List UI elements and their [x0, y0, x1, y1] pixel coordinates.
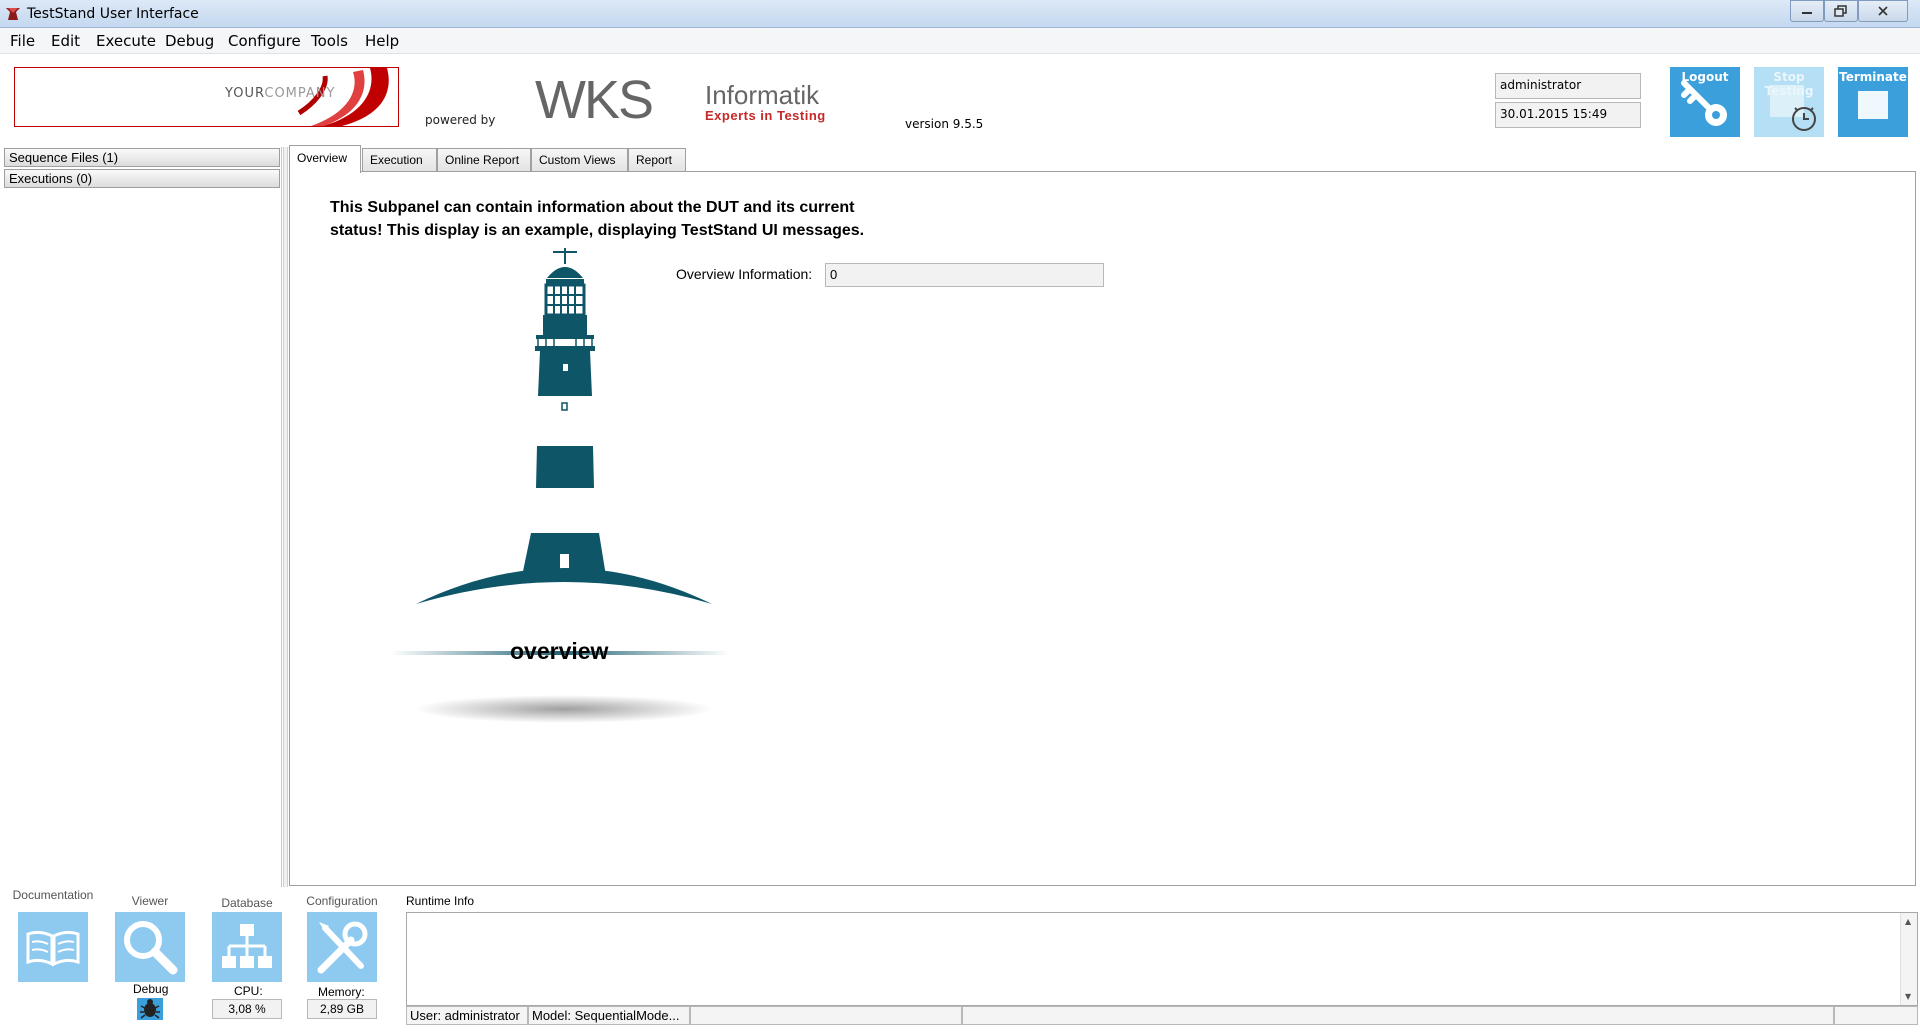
subpanel-message: This Subpanel can contain information ab… [330, 199, 865, 239]
restore-icon [1834, 5, 1847, 17]
menu-file[interactable]: File [10, 32, 35, 50]
tab-online-report[interactable]: Online Report [437, 148, 531, 172]
datetime-field: 30.01.2015 15:49 [1495, 102, 1641, 128]
memory-label: Memory: [318, 985, 365, 999]
wks-logo: WKS [535, 70, 654, 130]
database-label: Database [221, 896, 273, 910]
debug-bug-button[interactable] [137, 998, 163, 1020]
menu-edit[interactable]: Edit [51, 32, 80, 50]
cpu-usage-field: 3,08 % [212, 999, 282, 1019]
bottom-panel: Documentation Viewer Debug Database CPU:… [0, 888, 1920, 1032]
database-tool: Database CPU: 3,08 % [202, 888, 292, 1019]
magnifier-icon [124, 921, 178, 975]
menu-configure[interactable]: Configure [228, 32, 301, 50]
logout-label: Logout [1681, 70, 1729, 84]
lighthouse-illustration [390, 248, 730, 723]
current-user-field: administrator [1495, 73, 1641, 99]
experts-in-testing: Experts in Testing [705, 108, 826, 123]
configuration-label: Configuration [306, 894, 378, 908]
restore-button[interactable] [1824, 0, 1858, 22]
menu-execute[interactable]: Execute [96, 32, 156, 50]
overview-information-label: Overview Information: [676, 266, 813, 282]
debug-label: Debug [133, 982, 169, 996]
tab-report[interactable]: Report [628, 148, 686, 172]
window-title: TestStand User Interface [27, 6, 199, 22]
company-logo-text: YOURCOMPANY [225, 86, 335, 101]
scroll-up-icon[interactable]: ▲ [1905, 917, 1911, 926]
runtime-info-box[interactable]: ▲ ▼ [406, 912, 1918, 1006]
left-panel: Sequence Files (1) Executions (0) [2, 147, 282, 887]
informatik-logo: Informatik [705, 80, 820, 110]
configuration-button[interactable] [307, 912, 377, 982]
company-logo-swoosh [297, 68, 389, 126]
database-button[interactable] [212, 912, 282, 982]
minimize-button[interactable] [1790, 0, 1824, 22]
network-hierarchy-icon [222, 924, 272, 968]
overview-caption: overview [510, 638, 609, 664]
panel-splitter[interactable] [283, 147, 288, 887]
overview-panel: This Subpanel can contain information ab… [289, 171, 1916, 886]
viewer-tool: Viewer Debug [105, 888, 195, 1020]
sequence-files-bar[interactable]: Sequence Files (1) [4, 148, 280, 167]
tools-wrench-icon [317, 921, 368, 974]
title-bar: TestStand User Interface [0, 0, 1920, 28]
scroll-down-icon[interactable]: ▼ [1905, 992, 1911, 1001]
viewer-button[interactable] [115, 912, 185, 982]
close-icon [1878, 6, 1888, 16]
tab-execution[interactable]: Execution [362, 148, 437, 172]
tab-overview[interactable]: Overview [289, 145, 361, 173]
tab-custom-views[interactable]: Custom Views [531, 148, 628, 172]
menu-bar: File Edit Execute Debug Configure Tools … [0, 28, 1920, 54]
menu-help[interactable]: Help [365, 32, 399, 50]
status-cell-empty-2 [962, 1006, 1834, 1025]
powered-by-label: powered by [425, 113, 496, 127]
documentation-tool: Documentation [8, 888, 98, 982]
stop-testing-button[interactable]: Stop Testing [1754, 67, 1824, 137]
status-cell-empty-3 [1834, 1006, 1918, 1025]
cpu-label: CPU: [234, 984, 263, 998]
menu-debug[interactable]: Debug [165, 32, 214, 50]
version-label: version 9.5.5 [905, 117, 984, 131]
logo-your: YOUR [225, 86, 265, 101]
teststand-app-icon [4, 5, 22, 23]
executions-bar[interactable]: Executions (0) [4, 169, 280, 188]
minimize-icon [1802, 12, 1812, 14]
logo-company: COMPANY [264, 86, 336, 101]
book-icon [26, 930, 80, 967]
runtime-scrollbar[interactable]: ▲ ▼ [1900, 913, 1917, 1005]
terminate-label: Terminate [1839, 70, 1907, 84]
bug-icon [140, 999, 160, 1019]
status-user: User: administrator [406, 1006, 528, 1025]
documentation-label: Documentation [12, 888, 94, 902]
memory-usage-field: 2,89 GB [307, 999, 377, 1019]
viewer-label: Viewer [131, 894, 169, 908]
close-button[interactable] [1858, 0, 1908, 22]
overview-information-field: 0 [825, 263, 1104, 287]
runtime-info-label: Runtime Info [406, 894, 475, 908]
status-model: Model: SequentialMode... [528, 1006, 690, 1025]
header-panel: YOURCOMPANY powered by WKS Informatik Ex… [0, 55, 1920, 145]
menu-tools[interactable]: Tools [311, 32, 348, 50]
logout-button[interactable]: Logout [1670, 67, 1740, 137]
documentation-button[interactable] [18, 912, 88, 982]
company-logo: YOURCOMPANY [14, 67, 399, 127]
status-bar: User: administrator Model: SequentialMod… [406, 1006, 1918, 1026]
status-cell-empty-1 [690, 1006, 962, 1025]
configuration-tool: Configuration Memory: 2,89 GB [297, 888, 387, 1019]
terminate-button[interactable]: Terminate [1838, 67, 1908, 137]
